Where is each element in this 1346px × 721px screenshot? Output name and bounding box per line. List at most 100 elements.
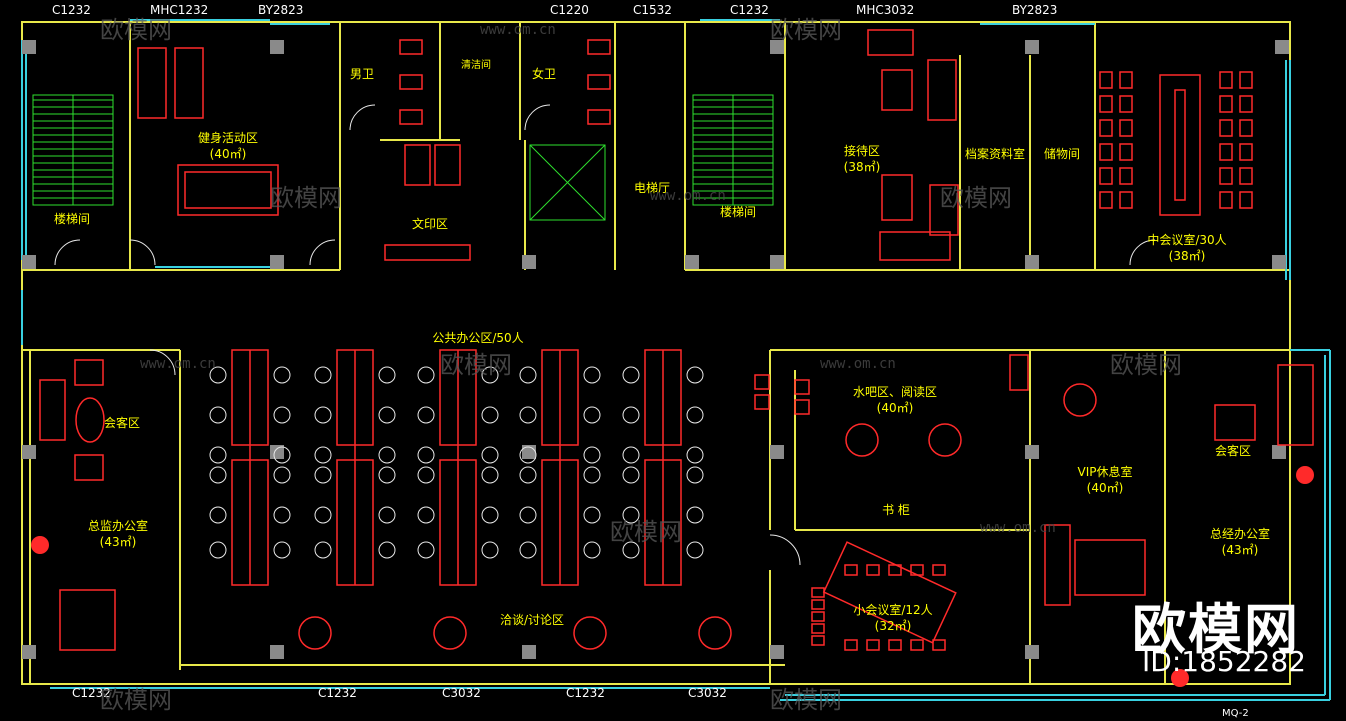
office-chair [519, 466, 537, 484]
column [22, 645, 36, 659]
office-chair [378, 406, 396, 424]
round-table [573, 616, 607, 650]
office-chair [273, 366, 291, 384]
bookshelf-unit [754, 394, 770, 410]
meeting-chair [844, 639, 858, 651]
toilet-fixture [587, 39, 611, 55]
meeting-chair [844, 564, 858, 576]
door-arc [349, 104, 376, 131]
column [270, 255, 284, 269]
office-chair [583, 466, 601, 484]
office-chair [209, 506, 227, 524]
room-label: 清洁间 [461, 58, 491, 71]
bookshelf-unit [794, 399, 810, 415]
ghost-watermark: 欧模网 [440, 351, 512, 379]
office-chair [378, 446, 396, 464]
room-label: VIP休息室 [1078, 464, 1133, 479]
room-label: 楼梯间 [720, 204, 756, 219]
meeting-chair [1219, 119, 1233, 137]
bookshelf-unit [794, 379, 810, 395]
door-arc [129, 239, 156, 266]
meeting-chair [1239, 71, 1253, 89]
watermark-id: ID:1852282 [1142, 645, 1306, 678]
ghost-watermark-url: www.om.cn [650, 188, 726, 204]
office-chair [583, 366, 601, 384]
office-chair [519, 406, 537, 424]
office-chair [378, 506, 396, 524]
meeting-chair [811, 599, 825, 610]
office-chair [686, 366, 704, 384]
room-label: 会客区 [104, 415, 140, 430]
office-chair [686, 541, 704, 559]
window-tag: BY2823 [258, 3, 303, 17]
door-arc [524, 104, 551, 131]
room-label: 文印区 [412, 216, 448, 231]
meeting-chair [866, 639, 880, 651]
meeting-table [1159, 74, 1201, 216]
meeting-chair [1219, 95, 1233, 113]
office-chair [583, 446, 601, 464]
room-label: 储物间 [1044, 146, 1080, 161]
room-area: (43㎡) [1222, 543, 1259, 557]
column [1025, 40, 1039, 54]
office-chair [686, 406, 704, 424]
director-desk [59, 589, 116, 651]
toilet-fixture [587, 74, 611, 90]
room-label: 洽谈/讨论区 [500, 613, 564, 627]
column [270, 40, 284, 54]
meeting-chair [811, 635, 825, 646]
office-chair [273, 466, 291, 484]
meeting-chair [1219, 191, 1233, 209]
column [770, 445, 784, 459]
meeting-chair [888, 639, 902, 651]
fire-extinguisher-icon [31, 536, 49, 554]
column [522, 645, 536, 659]
column [1272, 445, 1286, 459]
ghost-watermark-url: www.om.cn [980, 520, 1056, 536]
office-chair [519, 366, 537, 384]
room-area: (43㎡) [100, 535, 137, 549]
column [22, 40, 36, 54]
ghost-watermark: 欧模网 [770, 16, 842, 44]
sink-counter [404, 144, 431, 186]
office-chair [209, 406, 227, 424]
room-area: (38㎡) [844, 160, 881, 174]
reception-sofa [881, 174, 913, 221]
office-chair [481, 506, 499, 524]
meeting-chair [1119, 95, 1133, 113]
office-desks [231, 349, 682, 586]
billiard-inner [184, 171, 272, 209]
round-table [928, 423, 962, 457]
office-chair [481, 541, 499, 559]
office-chair [273, 541, 291, 559]
column [1025, 445, 1039, 459]
window-tag: MQ-2 [1222, 708, 1249, 719]
column [522, 255, 536, 269]
room-area: (40㎡) [210, 147, 247, 161]
meeting-chair [1119, 143, 1133, 161]
window-tag: C1232 [566, 686, 605, 700]
office-chair [481, 466, 499, 484]
column [1025, 255, 1039, 269]
room-label: 总监办公室 [88, 518, 148, 533]
window-tag: C1232 [730, 3, 769, 17]
ghost-watermark: 欧模网 [270, 184, 342, 212]
sink-counter [434, 144, 461, 186]
column [22, 255, 36, 269]
room-label: 中会议室/30人 [1147, 232, 1226, 247]
meeting-chair [1219, 143, 1233, 161]
column [270, 645, 284, 659]
meeting-chair [1239, 191, 1253, 209]
meeting-chair [1219, 71, 1233, 89]
window-tag: C1232 [318, 686, 357, 700]
meeting-chair [1119, 71, 1133, 89]
print-counter [384, 244, 471, 261]
guest-table [1214, 404, 1256, 441]
office-chair [378, 541, 396, 559]
ghost-watermark-url: www.om.cn [480, 22, 556, 38]
meeting-chair [910, 639, 924, 651]
door-arc [309, 239, 336, 266]
meeting-chair [1239, 95, 1253, 113]
office-chair [209, 466, 227, 484]
meeting-chair [811, 623, 825, 634]
